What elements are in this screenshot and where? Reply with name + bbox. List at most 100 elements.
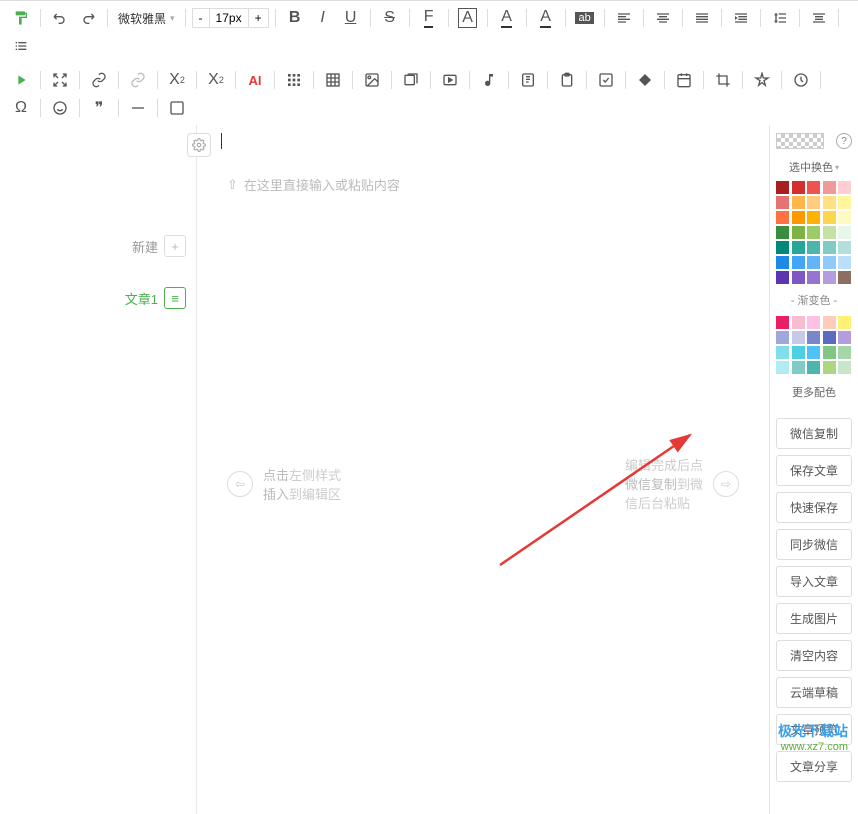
gradient-swatch[interactable]: [807, 346, 820, 359]
effects-icon[interactable]: [749, 67, 775, 93]
attachment-icon[interactable]: [515, 67, 541, 93]
audio-icon[interactable]: [476, 67, 502, 93]
gradient-swatch[interactable]: [792, 361, 805, 374]
redo-icon[interactable]: [75, 5, 101, 31]
ai-icon[interactable]: AI: [242, 67, 268, 93]
color-swatch[interactable]: [792, 196, 805, 209]
gradient-swatch[interactable]: [776, 346, 789, 359]
color-swatch[interactable]: [807, 256, 820, 269]
color-swatch[interactable]: [838, 196, 851, 209]
color-swatch[interactable]: [776, 196, 789, 209]
color-swatch[interactable]: [838, 211, 851, 224]
color-swatch[interactable]: [792, 271, 805, 284]
divider-icon[interactable]: [125, 95, 151, 121]
color-swatch[interactable]: [776, 211, 789, 224]
quote-icon[interactable]: ❞: [86, 95, 112, 121]
font-size-minus[interactable]: -: [193, 9, 209, 27]
gradient-swatch[interactable]: [838, 331, 851, 344]
gradient-swatch[interactable]: [807, 331, 820, 344]
gradient-swatch[interactable]: [823, 346, 836, 359]
color-swatch[interactable]: [823, 211, 836, 224]
quick-save-button[interactable]: 快速保存: [776, 492, 852, 523]
gradient-swatch[interactable]: [807, 361, 820, 374]
line-height-icon[interactable]: [767, 5, 793, 31]
unlink-icon[interactable]: [125, 67, 151, 93]
calendar-icon[interactable]: [671, 67, 697, 93]
superscript-icon[interactable]: X2: [164, 67, 190, 93]
more-colors-button[interactable]: 更多配色: [776, 380, 852, 404]
gradient-swatch[interactable]: [838, 361, 851, 374]
gradient-swatch[interactable]: [776, 331, 789, 344]
align-center-icon[interactable]: [650, 5, 676, 31]
subscript-icon[interactable]: X2: [203, 67, 229, 93]
gradient-swatch[interactable]: [823, 316, 836, 329]
color-swatch[interactable]: [807, 196, 820, 209]
gear-icon[interactable]: [187, 133, 211, 157]
checkbox-icon[interactable]: [593, 67, 619, 93]
gradient-swatch[interactable]: [807, 316, 820, 329]
color-swatch[interactable]: [838, 181, 851, 194]
color-swatch[interactable]: [776, 256, 789, 269]
bold-icon[interactable]: B: [282, 5, 308, 31]
save-article-button[interactable]: 保存文章: [776, 455, 852, 486]
undo-icon[interactable]: [47, 5, 73, 31]
transparent-swatch[interactable]: [776, 133, 824, 149]
align-left-icon[interactable]: [611, 5, 637, 31]
clear-content-button[interactable]: 清空内容: [776, 640, 852, 671]
font-color-icon[interactable]: F: [416, 5, 442, 31]
color-swatch[interactable]: [776, 241, 789, 254]
italic-icon[interactable]: I: [310, 5, 336, 31]
bg-color-icon[interactable]: ab: [572, 5, 598, 31]
video-icon[interactable]: [437, 67, 463, 93]
spacing-icon[interactable]: [806, 5, 832, 31]
font-size-plus[interactable]: +: [249, 9, 268, 27]
editor-area[interactable]: ⇧ 在这里直接输入或粘贴内容 ⇦ 点击左侧样式 插入到编辑区 编辑完成后点 微信…: [196, 125, 770, 814]
color-swatch[interactable]: [807, 181, 820, 194]
color-swatch[interactable]: [838, 226, 851, 239]
omega-icon[interactable]: Ω: [8, 95, 34, 121]
gradient-swatch[interactable]: [792, 346, 805, 359]
format-brush-icon[interactable]: [8, 5, 34, 31]
sync-wechat-button[interactable]: 同步微信: [776, 529, 852, 560]
color-swatch[interactable]: [838, 271, 851, 284]
color-swatch[interactable]: [823, 226, 836, 239]
color-swatch[interactable]: [807, 211, 820, 224]
more-icon[interactable]: [164, 95, 190, 121]
import-article-button[interactable]: 导入文章: [776, 566, 852, 597]
text-color-a-icon[interactable]: A: [494, 5, 520, 31]
color-swatch[interactable]: [792, 241, 805, 254]
color-swatch[interactable]: [823, 271, 836, 284]
gradient-swatch[interactable]: [776, 316, 789, 329]
pattern-icon[interactable]: [281, 67, 307, 93]
color-swatch[interactable]: [823, 241, 836, 254]
link-icon[interactable]: [86, 67, 112, 93]
color-swatch[interactable]: [823, 196, 836, 209]
wechat-copy-button[interactable]: 微信复制: [776, 418, 852, 449]
gradient-swatch[interactable]: [792, 316, 805, 329]
gallery-icon[interactable]: [398, 67, 424, 93]
gradient-swatch[interactable]: [792, 331, 805, 344]
indent-icon[interactable]: [728, 5, 754, 31]
color-swatch[interactable]: [776, 271, 789, 284]
underline-icon[interactable]: U: [338, 5, 364, 31]
sidebar-item-article[interactable]: 文章1 ≡: [125, 287, 196, 309]
emoji-icon[interactable]: [47, 95, 73, 121]
color-swatch[interactable]: [838, 256, 851, 269]
color-swatch[interactable]: [776, 181, 789, 194]
list-icon[interactable]: [8, 33, 34, 59]
select-color-label[interactable]: 选中换色: [776, 159, 852, 175]
color-swatch[interactable]: [776, 226, 789, 239]
color-swatch[interactable]: [823, 256, 836, 269]
clipboard-icon[interactable]: [554, 67, 580, 93]
insert-green-icon[interactable]: [8, 67, 34, 93]
table-icon[interactable]: [320, 67, 346, 93]
gradient-swatch[interactable]: [823, 361, 836, 374]
tag-icon[interactable]: [632, 67, 658, 93]
gen-image-button[interactable]: 生成图片: [776, 603, 852, 634]
font-box-icon[interactable]: A: [455, 5, 481, 31]
font-size-stepper[interactable]: - 17px +: [192, 8, 269, 28]
gradient-swatch[interactable]: [838, 346, 851, 359]
color-swatch[interactable]: [807, 241, 820, 254]
share-button[interactable]: 文章分享: [776, 751, 852, 782]
color-swatch[interactable]: [792, 226, 805, 239]
